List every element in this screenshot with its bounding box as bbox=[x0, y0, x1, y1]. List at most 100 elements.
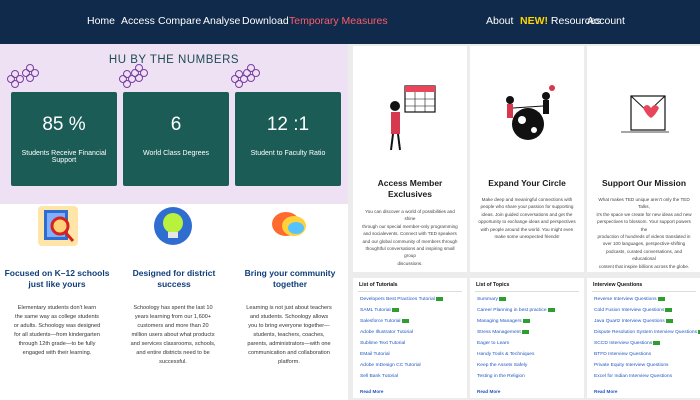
nav-compare[interactable]: Compare bbox=[158, 15, 201, 27]
body-line: it's the space we create for new ideas a… bbox=[596, 211, 692, 217]
nav-about[interactable]: About bbox=[486, 15, 513, 27]
list-item-label: Dispute Resolution System Interview Ques… bbox=[594, 330, 698, 336]
body-line: through 12th grade—to be fully bbox=[18, 341, 96, 347]
body-line: over 100 languages, perspective-shifting bbox=[602, 241, 686, 247]
feature-title-line: Designed for district bbox=[132, 268, 216, 278]
body-line: thoughtful conversations and inspiring s… bbox=[365, 246, 455, 259]
stat-value: 85 % bbox=[42, 114, 86, 135]
read-more-link[interactable]: Read More bbox=[477, 389, 501, 394]
list-item[interactable]: EMail Tutorial bbox=[360, 352, 390, 357]
body-line: perspectives to blossom. Your support po… bbox=[597, 219, 691, 232]
stat-card: 12 :1 Student to Faculty Ratio bbox=[235, 92, 341, 186]
list-item-label: Cold Fusion Interview Questions bbox=[594, 308, 665, 314]
read-more-link[interactable]: Read More bbox=[360, 389, 384, 394]
list-item[interactable]: Eager to Learn bbox=[477, 341, 509, 346]
list-item[interactable]: Adobe InDesign CC Tutorial bbox=[360, 363, 421, 368]
list-item[interactable]: Testing in the Religion bbox=[477, 374, 525, 379]
list-item[interactable]: Excel for Indian Interview Questions bbox=[594, 374, 672, 379]
body-line: Learning is not just about teachers bbox=[246, 305, 332, 311]
feature-title-line: Focused on K–12 schools bbox=[4, 268, 110, 278]
nav-access[interactable]: Access bbox=[121, 15, 155, 27]
new-badge-icon bbox=[657, 297, 665, 301]
list-item[interactable]: BTFD Interview Questions bbox=[594, 352, 651, 357]
list-divider bbox=[592, 291, 696, 292]
list-item-label: Managing Managers bbox=[477, 319, 522, 325]
list-item[interactable]: Keep the Assets Safely bbox=[477, 363, 527, 368]
card-title-line: Exclusives bbox=[388, 189, 432, 199]
list-item[interactable]: Sell Bank Tutorial bbox=[360, 374, 398, 379]
list-item[interactable]: SAML Tutorial bbox=[360, 308, 399, 313]
nav-account[interactable]: Account bbox=[587, 15, 625, 27]
list-heading: List of Topics bbox=[476, 282, 510, 288]
nav-home[interactable]: Home bbox=[87, 15, 115, 27]
feature-body: Schoology has spent the last 10 years le… bbox=[124, 304, 222, 367]
list-item[interactable]: Summary bbox=[477, 297, 506, 302]
list-heading: Interview Questions bbox=[593, 282, 643, 288]
list-item[interactable]: Handy Tools & Techniques bbox=[477, 352, 534, 357]
list-item[interactable]: Managing Managers bbox=[477, 319, 530, 324]
body-line: engaged with their learning. bbox=[22, 350, 92, 356]
new-badge-icon bbox=[435, 297, 443, 301]
list-item-label: EMail Tutorial bbox=[360, 352, 390, 357]
body-line: content that inspire billions across the… bbox=[598, 263, 690, 269]
card-title: Expand Your Circle bbox=[470, 178, 584, 189]
body-line: with people around the world. You might … bbox=[480, 226, 574, 232]
list-item-label: Testing in the Religion bbox=[477, 374, 525, 379]
list-item[interactable]: Sublime Text Tutorial bbox=[360, 341, 405, 346]
new-badge: NEW! bbox=[520, 15, 548, 27]
list-item-label: Sublime Text Tutorial bbox=[360, 341, 406, 346]
body-line: and entire districts need to be bbox=[136, 350, 210, 356]
topics-list: List of Topics Summary Career Planning i… bbox=[470, 278, 584, 398]
new-badge-icon bbox=[391, 308, 399, 312]
body-line: parents, administrators—with one bbox=[247, 341, 331, 347]
people-globe-icon bbox=[500, 82, 556, 152]
list-item[interactable]: Stress Management bbox=[477, 330, 529, 335]
list-item[interactable]: Salesforce Tutorial bbox=[360, 319, 409, 324]
read-more-link[interactable]: Read More bbox=[594, 389, 618, 394]
list-item[interactable]: Java Quartz Interview Questions bbox=[594, 319, 673, 324]
new-badge-icon bbox=[665, 308, 673, 312]
feature-title: Focused on K–12 schools just like yours bbox=[2, 268, 112, 290]
nav-temporary-measures[interactable]: Temporary Measures bbox=[289, 15, 388, 27]
top-nav: Home Access Compare Analyse Download Tem… bbox=[0, 0, 700, 44]
list-item-label: Handy Tools & Techniques bbox=[477, 352, 535, 357]
list-item[interactable]: Dispute Resolution System Interview Ques… bbox=[594, 330, 700, 335]
envelope-heart-icon bbox=[617, 82, 673, 152]
list-item-label: Reverse Interview Questions bbox=[594, 297, 657, 303]
numbers-title: HU BY THE NUMBERS bbox=[108, 54, 240, 66]
body-line: make some unexpected friends! bbox=[494, 234, 560, 240]
body-line: communication and collaboration bbox=[248, 350, 330, 356]
nav-analyse[interactable]: Analyse bbox=[203, 15, 240, 27]
list-item-label: Adobe Illustrator Tutorial bbox=[360, 330, 414, 335]
list-item[interactable]: Private Equity Interview Questions bbox=[594, 363, 668, 368]
body-line: customers and more than 20 bbox=[137, 323, 209, 329]
list-item[interactable]: Career Planning in best practice bbox=[477, 308, 555, 313]
list-item-label: Stress Management bbox=[477, 330, 521, 336]
list-item-label: Keep the Assets Safely bbox=[477, 363, 528, 368]
body-line: Schoology has spent the last 10 bbox=[133, 305, 213, 311]
list-item[interactable]: Reverse Interview Questions bbox=[594, 297, 665, 302]
list-item[interactable]: Developers Best Practices Tutorial bbox=[360, 297, 443, 302]
body-line: Make deep and meaningful connections wit… bbox=[481, 197, 573, 202]
body-line: opportunity to exchange ideas and perspe… bbox=[478, 219, 576, 225]
body-line: What makes TED unique aren't only the TE… bbox=[598, 197, 690, 210]
body-line: platform. bbox=[278, 359, 300, 365]
list-item[interactable]: Adobe Illustrator Tutorial bbox=[360, 330, 413, 335]
body-line: students, teachers, coaches, bbox=[253, 332, 325, 338]
nav-download[interactable]: Download bbox=[242, 15, 289, 27]
list-item-label: Developers Best Practices Tutorial bbox=[360, 297, 435, 303]
list-item[interactable]: SCCD Interview Questions bbox=[594, 341, 661, 346]
stat-value: 6 bbox=[170, 114, 182, 135]
lightbulb-icon bbox=[153, 206, 193, 246]
list-heading: List of Tutorials bbox=[359, 282, 398, 288]
feature-title: Bring your community together bbox=[235, 268, 345, 290]
body-line: ideas. Join guided conversations and get… bbox=[481, 211, 573, 217]
card-body: Make deep and meaningful connections wit… bbox=[478, 196, 576, 240]
stat-label: World Class Degrees bbox=[142, 150, 209, 157]
new-badge-icon bbox=[522, 319, 530, 323]
feature-title: Designed for district success bbox=[119, 268, 229, 290]
stat-value: 12 :1 bbox=[266, 114, 310, 135]
list-divider bbox=[475, 291, 579, 292]
list-item-label: Sell Bank Tutorial bbox=[360, 374, 399, 379]
list-item[interactable]: Cold Fusion Interview Questions bbox=[594, 308, 673, 314]
